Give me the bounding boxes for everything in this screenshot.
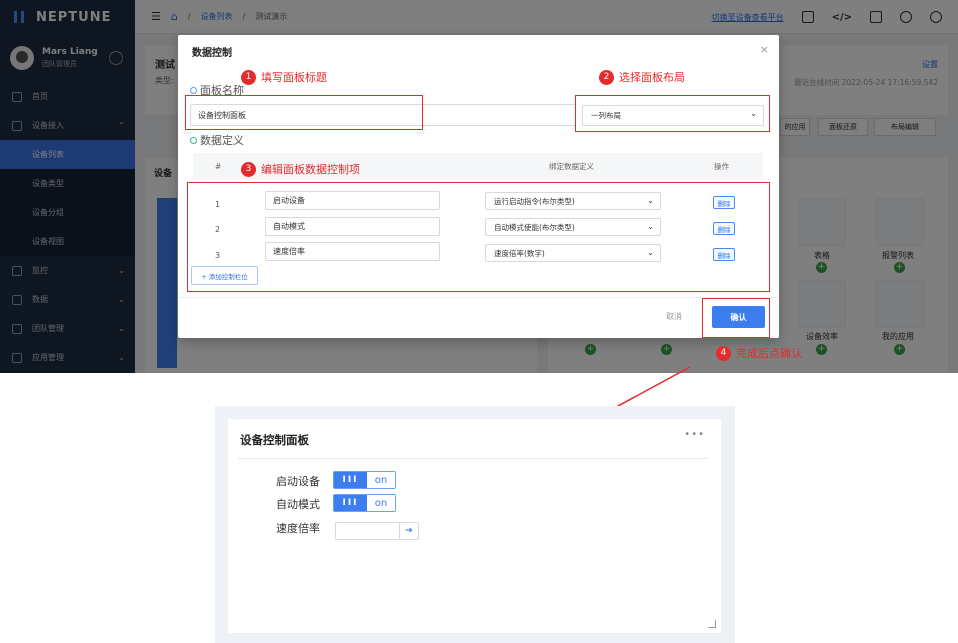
- auto-mode-toggle[interactable]: III on: [333, 494, 396, 512]
- arrow-right-icon[interactable]: ➔: [399, 523, 418, 539]
- control-panel-card: 设备控制面板 ••• 启动设备 III on 自动模式 III on 速度倍率 …: [228, 419, 721, 633]
- speed-rate-input[interactable]: ➔: [335, 522, 419, 540]
- toggle-state: on: [367, 495, 395, 511]
- toggle-on-side: III: [334, 472, 367, 488]
- control-label: 自动模式: [276, 498, 320, 511]
- control-label: 启动设备: [276, 475, 320, 488]
- result-panel-preview: 设备控制面板 ••• 启动设备 III on 自动模式 III on 速度倍率 …: [215, 406, 735, 643]
- divider: [238, 458, 708, 459]
- toggle-state: on: [367, 472, 395, 488]
- control-label: 速度倍率: [276, 522, 320, 535]
- speed-rate-field[interactable]: [336, 523, 399, 539]
- more-icon[interactable]: •••: [684, 429, 705, 440]
- panel-title: 设备控制面板: [240, 433, 309, 447]
- resize-handle-icon[interactable]: [708, 620, 716, 628]
- toggle-on-side: III: [334, 495, 367, 511]
- start-device-toggle[interactable]: III on: [333, 471, 396, 489]
